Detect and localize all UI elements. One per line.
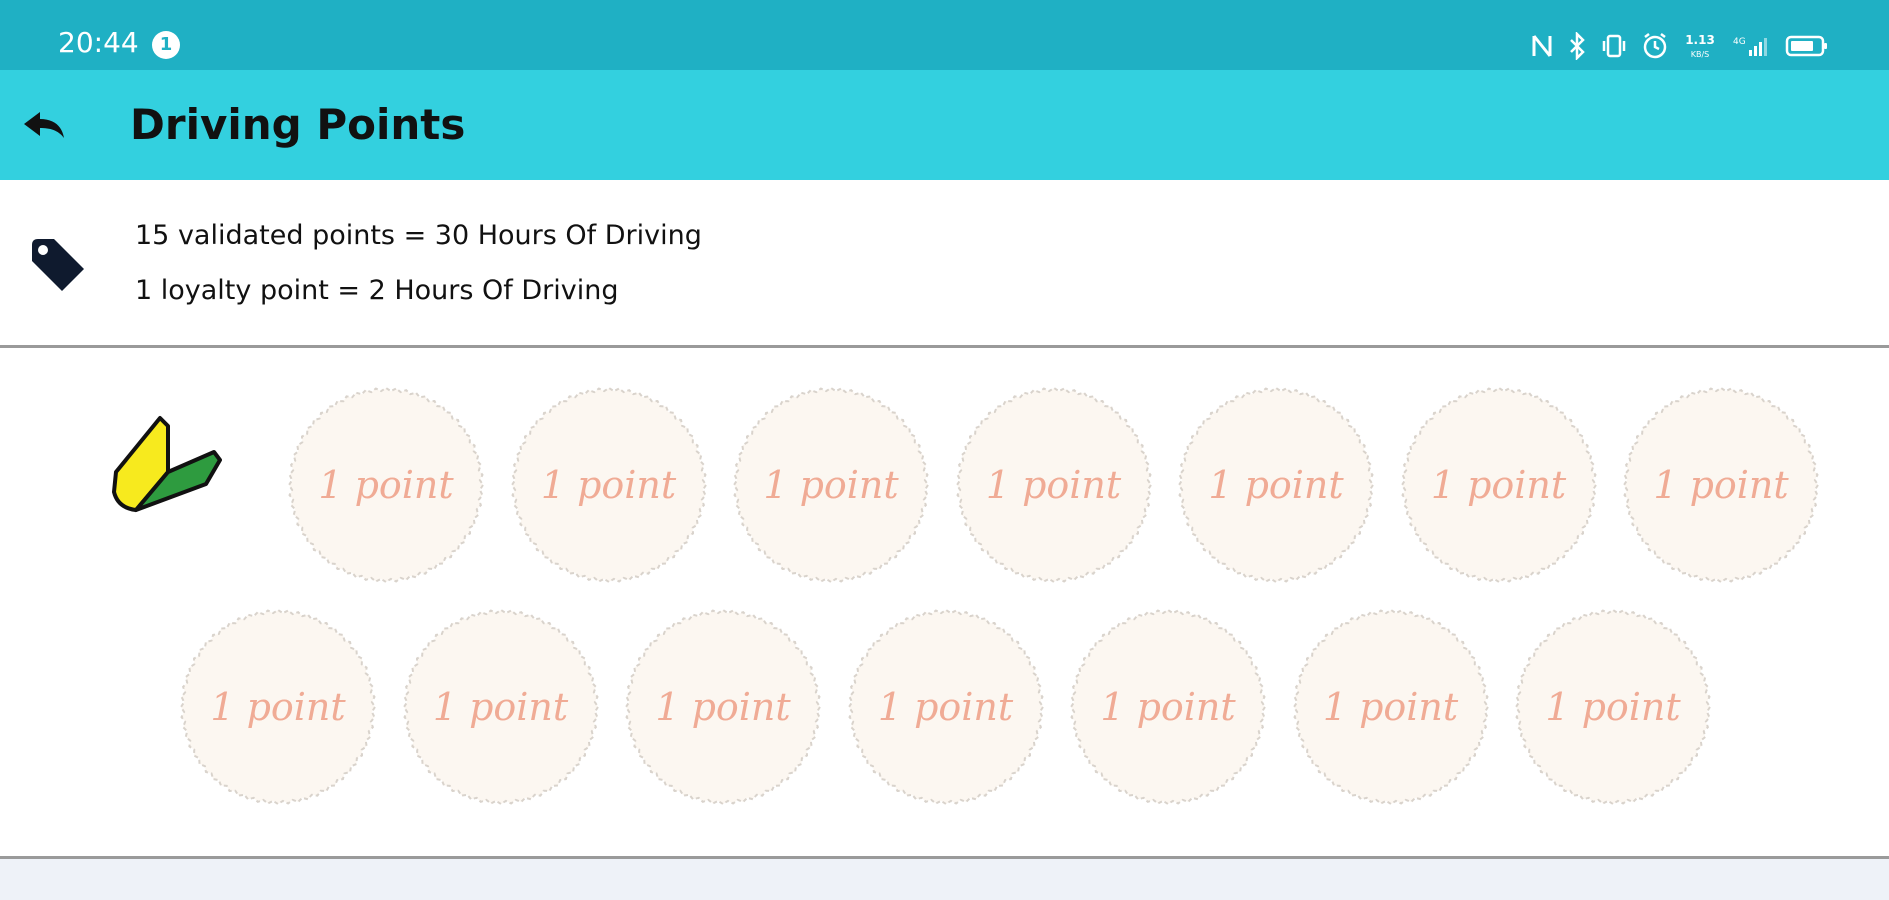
stamp-label: 1 point: [210, 685, 346, 729]
stamp-label: 1 point: [1208, 463, 1344, 507]
signal-icon: 4G: [1733, 37, 1767, 56]
points-info-panel: 15 validated points = 30 Hours Of Drivin…: [0, 180, 1889, 348]
stamp-label: 1 point: [318, 463, 454, 507]
point-stamp: 1 point: [1510, 604, 1716, 810]
footer-bar: [0, 859, 1889, 900]
stamp-label: 1 point: [877, 685, 1014, 729]
stamp-label: 1 point: [1653, 463, 1789, 507]
beginner-driver-mark-icon: [112, 416, 222, 512]
point-stamp: 1 point: [1618, 382, 1824, 588]
nfc-icon: [1532, 35, 1552, 57]
notification-count-badge: 1: [152, 31, 180, 59]
stamp-label: 1 point: [985, 463, 1122, 507]
point-stamp: 1 point: [1065, 604, 1271, 810]
point-stamp: 1 point: [951, 382, 1157, 588]
bluetooth-icon: [1570, 32, 1585, 60]
tag-icon: [32, 239, 84, 291]
stamp-label: 1 point: [763, 463, 899, 507]
app-bar: Driving Points: [0, 70, 1889, 180]
point-stamp: 1 point: [1396, 382, 1602, 588]
stamp-label: 1 point: [655, 685, 791, 729]
stamp-label: 1 point: [1322, 685, 1459, 729]
point-stamp: 1 point: [1173, 382, 1379, 588]
stamp-label: 1 point: [1545, 685, 1681, 729]
alarm-icon: [1643, 33, 1667, 59]
stamp-label: 1 point: [1100, 685, 1236, 729]
stamp-label: 1 point: [1430, 463, 1567, 507]
loyalty-point-info: 1 loyalty point = 2 Hours Of Driving: [135, 275, 619, 306]
network-speed-icon: 1.13 KB/S: [1685, 33, 1715, 59]
vibrate-icon: [1602, 34, 1626, 58]
back-button[interactable]: [14, 98, 74, 154]
battery-icon: [1785, 35, 1827, 57]
page-title: Driving Points: [130, 100, 466, 149]
status-icons: 1.13 KB/S 4G: [1531, 30, 1829, 62]
stamp-label: 1 point: [540, 463, 677, 507]
point-stamp: 1 point: [843, 604, 1049, 810]
validated-points-info: 15 validated points = 30 Hours Of Drivin…: [135, 220, 702, 251]
svg-text:KB/S: KB/S: [1691, 50, 1710, 59]
points-card: 1 point 1 point 1 point 1 point 1 point 1 poi…: [0, 348, 1889, 859]
point-stamp: 1 point: [283, 382, 489, 588]
status-time: 20:44: [58, 26, 139, 59]
point-stamp: 1 point: [728, 382, 934, 588]
point-stamp: 1 point: [620, 604, 826, 810]
svg-text:4G: 4G: [1733, 37, 1746, 47]
back-arrow-icon: [24, 112, 64, 138]
svg-text:1.13: 1.13: [1685, 33, 1715, 47]
point-stamp: 1 point: [175, 604, 381, 810]
point-stamp: 1 point: [1288, 604, 1494, 810]
point-stamp: 1 point: [398, 604, 604, 810]
status-bar: 20:44 1 1.13 KB/S 4G: [0, 0, 1889, 70]
stamp-label: 1 point: [432, 685, 569, 729]
point-stamp: 1 point: [506, 382, 712, 588]
